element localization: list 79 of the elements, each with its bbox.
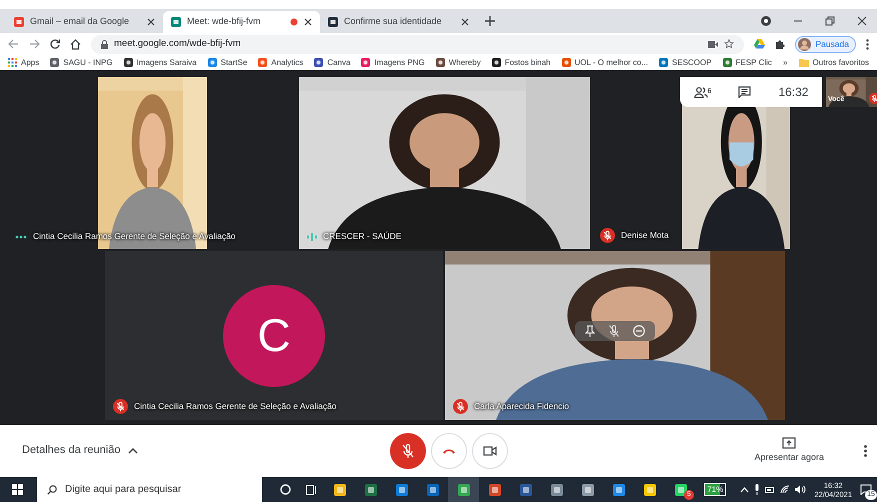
more-icon[interactable] [866, 38, 869, 50]
profile-button[interactable]: Pausada [795, 36, 856, 52]
app-icon[interactable] [550, 482, 564, 496]
search-field[interactable]: Digite aqui para pesquisar [37, 477, 262, 502]
bookmark[interactable]: Apps [8, 56, 40, 68]
app-icon[interactable] [642, 482, 656, 496]
app-icon[interactable] [394, 482, 408, 496]
address-bar[interactable]: meet.google.com/wde-bfij-fvm [91, 34, 744, 54]
app-icon[interactable] [332, 482, 346, 496]
camera-icon[interactable] [708, 40, 718, 48]
avatar-icon [798, 38, 812, 50]
app-icon[interactable] [426, 482, 440, 496]
cortana-icon[interactable] [280, 484, 290, 495]
bookmark[interactable]: SAGU - INPG [50, 56, 113, 68]
close-icon[interactable] [857, 16, 867, 26]
bookmark[interactable]: StartSe [208, 56, 248, 68]
home-icon[interactable] [70, 38, 81, 50]
microphone-button[interactable] [390, 432, 426, 468]
forward-icon[interactable] [29, 39, 40, 49]
close-icon[interactable] [304, 18, 312, 26]
people-icon [694, 86, 708, 98]
mic-off-icon[interactable] [609, 325, 619, 337]
meeting-clock: 16:32 [778, 84, 808, 101]
bookmark[interactable]: FESP Clic [722, 56, 772, 68]
close-icon[interactable] [461, 18, 469, 26]
bookmark[interactable]: Whereby [436, 56, 481, 68]
chevron-up-icon[interactable] [740, 486, 750, 492]
restore-icon[interactable] [825, 16, 835, 26]
bookmark[interactable]: Imagens Saraiva [124, 56, 197, 68]
video-camera-icon [483, 446, 497, 456]
present-icon [782, 436, 796, 449]
lock-icon [101, 40, 108, 48]
bookmark[interactable]: Canva [314, 56, 350, 68]
participant-name: Denise Mota [621, 229, 669, 242]
pin-icon[interactable] [585, 325, 595, 337]
puzzle-icon[interactable] [775, 39, 786, 49]
browser-tab[interactable]: Meet: wde-bfij-fvm [163, 11, 320, 33]
phone-icon [442, 448, 456, 454]
app-icon[interactable] [364, 482, 378, 496]
mic-off-icon [402, 444, 414, 458]
browser-tab[interactable]: Confirme sua identidade [320, 11, 477, 33]
camera-button[interactable] [472, 432, 508, 468]
battery-icon[interactable] [765, 486, 776, 492]
avatar: C [223, 284, 325, 386]
bookmark[interactable]: Fostos binah [492, 56, 551, 68]
app-icon[interactable] [518, 482, 532, 496]
wifi-icon[interactable] [780, 485, 790, 494]
app-icon[interactable] [488, 482, 502, 496]
new-tab-icon[interactable] [485, 16, 495, 26]
search-icon [47, 485, 57, 495]
reload-icon[interactable] [50, 39, 60, 49]
meeting-details-button[interactable]: Detalhes da reunião [22, 442, 138, 459]
close-icon[interactable] [147, 18, 155, 26]
record-indicator-icon[interactable] [761, 16, 771, 26]
bookmark[interactable]: Imagens PNG [361, 56, 425, 68]
star-icon[interactable] [724, 39, 734, 49]
bookmark[interactable]: SESCOOP [659, 56, 712, 68]
back-icon[interactable] [8, 39, 19, 49]
chat-icon[interactable] [738, 86, 752, 98]
drive-icon[interactable] [754, 39, 766, 49]
folder-icon [798, 58, 809, 67]
app-icon[interactable] [674, 482, 688, 496]
participant-name: Cintia Cecilia Ramos Gerente de Seleção e Avaliação [134, 400, 337, 413]
bookmark[interactable]: Analytics [258, 56, 304, 68]
windows-start-icon[interactable] [12, 484, 23, 495]
remove-icon[interactable] [633, 325, 645, 337]
overflow-chevron[interactable]: » [783, 56, 788, 68]
bookmark[interactable]: UOL - O melhor co... [562, 56, 648, 68]
browser-tab[interactable]: Gmail – email da Google [6, 11, 163, 33]
app-icon[interactable] [580, 482, 594, 496]
url-text: meet.google.com/wde-bfij-fvm [114, 36, 242, 51]
task-view-icon[interactable] [306, 484, 316, 494]
more-icon[interactable] [864, 444, 867, 456]
present-button[interactable]: Apresentar agora [754, 436, 824, 464]
app-icon[interactable] [456, 482, 470, 496]
mic-icon[interactable] [754, 484, 760, 495]
bookmark-folder[interactable]: Outros favoritos [798, 56, 869, 68]
app-icon[interactable] [612, 482, 626, 496]
speaker-icon[interactable] [795, 485, 806, 494]
